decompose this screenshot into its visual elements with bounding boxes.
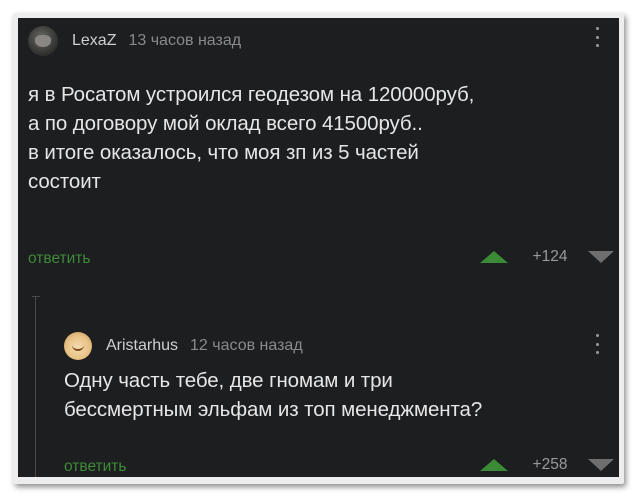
upvote-arrow-icon[interactable] xyxy=(480,251,508,263)
more-options-icon[interactable] xyxy=(592,334,602,354)
reply-button[interactable]: ответить xyxy=(28,250,90,268)
username[interactable]: Aristarhus xyxy=(106,337,178,355)
cat-avatar-icon[interactable] xyxy=(28,26,58,56)
vote-controls: +124 xyxy=(480,248,614,266)
comment: LexaZ 13 часов назад я в Росатом устроил… xyxy=(18,18,619,288)
upvote-arrow-icon[interactable] xyxy=(480,459,508,471)
comment-text: я в Росатом устроился геодезом на 120000… xyxy=(28,83,475,193)
downvote-arrow-icon[interactable] xyxy=(588,251,614,263)
comments-screen: LexaZ 13 часов назад я в Росатом устроил… xyxy=(18,18,619,477)
comment-score: +258 xyxy=(532,456,568,473)
comment-text: Одну часть тебе, две гномам и три бессме… xyxy=(64,369,483,421)
smiley-avatar-icon[interactable] xyxy=(64,332,92,360)
timestamp: 13 часов назад xyxy=(128,32,242,49)
comment-header: Aristarhus 12 часов назад xyxy=(64,330,303,362)
comment-score: +124 xyxy=(532,248,568,265)
more-options-icon[interactable] xyxy=(592,27,602,47)
vote-controls: +258 xyxy=(480,456,614,474)
thread-line[interactable] xyxy=(32,296,45,477)
username[interactable]: LexaZ xyxy=(72,32,116,50)
timestamp: 12 часов назад xyxy=(190,337,303,354)
screenshot-frame: LexaZ 13 часов назад я в Росатом устроил… xyxy=(13,13,624,484)
comment-header: LexaZ 13 часов назад xyxy=(28,25,241,57)
downvote-arrow-icon[interactable] xyxy=(588,459,614,471)
reply-button[interactable]: ответить xyxy=(64,458,126,476)
